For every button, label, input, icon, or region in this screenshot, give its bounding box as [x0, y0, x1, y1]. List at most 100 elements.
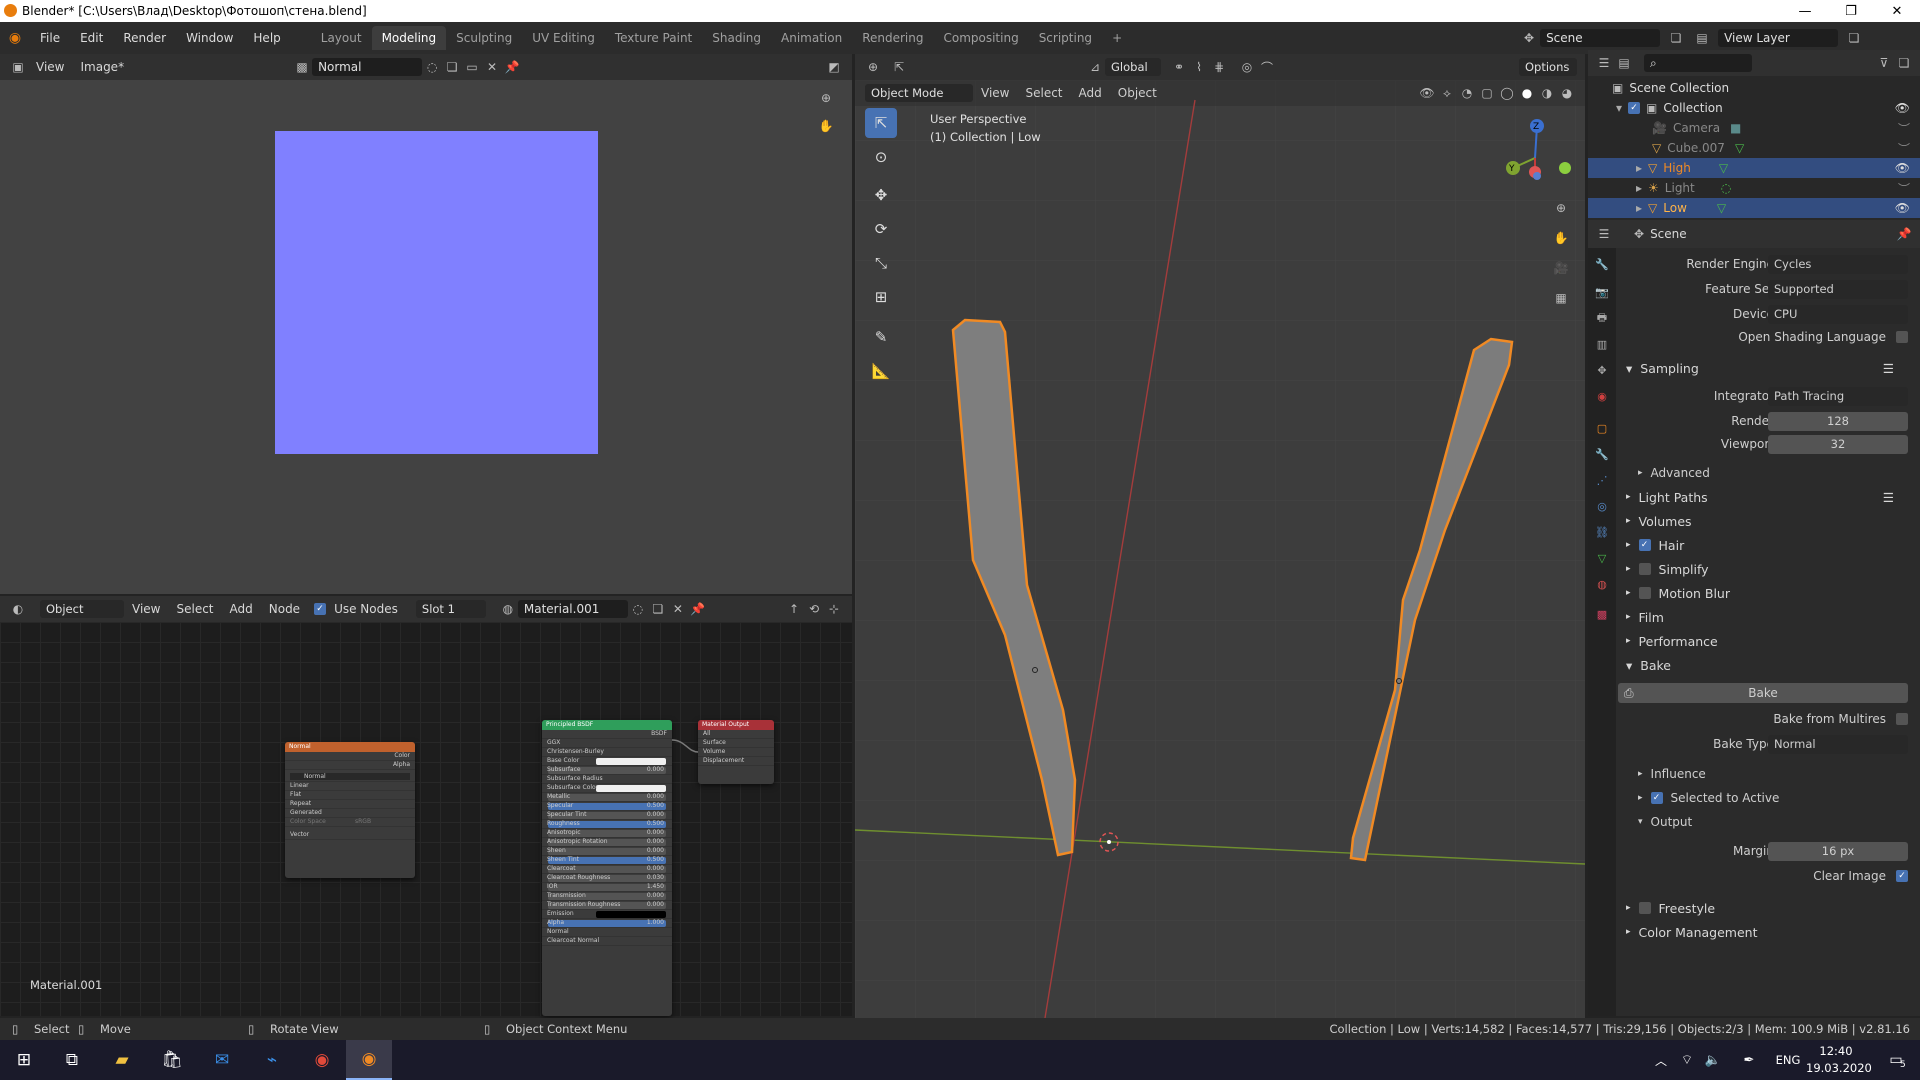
language-indicator[interactable]: ENG — [1768, 1040, 1808, 1080]
pin-icon[interactable]: 📌 — [502, 57, 522, 77]
hair-checkbox[interactable]: ✓ — [1638, 539, 1651, 551]
viewport-editor-type-icon[interactable]: ⊕ — [863, 57, 883, 77]
light-hidden-icon[interactable]: ︶ — [1898, 180, 1910, 197]
outliner-item-low[interactable]: ▸ ▽ Low ▽ 👁 — [1588, 198, 1920, 218]
node-editor-type-icon[interactable]: ◐ — [8, 599, 28, 619]
tab-animation[interactable]: Animation — [771, 26, 852, 50]
output-tab-icon[interactable]: 🖶 — [1592, 308, 1612, 328]
tab-sculpting[interactable]: Sculpting — [446, 26, 522, 50]
falloff-icon[interactable]: ⌒ — [1257, 57, 1277, 77]
bake-panel-header[interactable]: ▾ Bake — [1618, 654, 1920, 676]
object-tab-icon[interactable]: ▢ — [1592, 418, 1612, 438]
outliner-item-camera[interactable]: 🎥 Camera ■ ︶ — [1588, 118, 1920, 138]
file-explorer-icon[interactable]: ▰ — [98, 1040, 146, 1080]
motion-blur-panel[interactable]: ▸ Motion Blur — [1618, 582, 1920, 604]
expand-icon[interactable]: ▾ — [1616, 101, 1622, 115]
modifier-tab-icon[interactable]: 🔧 — [1592, 444, 1612, 464]
open-image-icon[interactable]: ▭ — [462, 57, 482, 77]
camera-view-icon[interactable]: 🎥 — [1551, 258, 1571, 278]
outliner-item-light[interactable]: ▸ ☀ Light ◌ ︶ — [1588, 178, 1920, 198]
cube-hidden-icon[interactable]: ︶ — [1898, 140, 1910, 157]
camera-hidden-icon[interactable]: ︶ — [1898, 120, 1910, 137]
menu-file[interactable]: File — [30, 31, 70, 45]
add-workspace-icon[interactable]: + — [1102, 26, 1132, 50]
viewport-options-button[interactable]: Options — [1519, 58, 1577, 76]
gizmo-neg-y-axis[interactable] — [1559, 162, 1571, 174]
node-menu[interactable]: Node — [261, 602, 308, 616]
simplify-checkbox[interactable] — [1638, 563, 1651, 575]
constraints-tab-icon[interactable]: ⛓ — [1592, 522, 1612, 542]
performance-panel[interactable]: ▸ Performance — [1618, 630, 1920, 652]
scene-icon[interactable]: ✥ — [1524, 31, 1534, 45]
tab-texture-paint[interactable]: Texture Paint — [605, 26, 702, 50]
freestyle-panel[interactable]: ▸ Freestyle — [1618, 897, 1920, 919]
expand-icon[interactable]: ▸ — [1636, 201, 1642, 215]
collection-checkbox[interactable]: ✓ — [1628, 102, 1641, 114]
properties-type-icon[interactable]: ☰ — [1594, 224, 1614, 244]
menu-render[interactable]: Render — [113, 31, 176, 45]
view-layer-selector[interactable]: View Layer — [1718, 29, 1839, 47]
node-add-menu[interactable]: Add — [222, 602, 261, 616]
view-layer-tab-icon[interactable]: ▥ — [1592, 334, 1612, 354]
select-mode-icon[interactable]: ⇱ — [889, 57, 909, 77]
fake-user-icon[interactable]: ◌ — [422, 57, 442, 77]
render-tab-icon[interactable]: 📷 — [1592, 282, 1612, 302]
notification-icon[interactable]: ▭ — [1876, 1040, 1916, 1080]
transform-orientation-icon[interactable]: ⊿ — [1085, 57, 1105, 77]
navigation-gizmo[interactable]: Z Y — [1495, 116, 1575, 196]
close-button[interactable]: ✕ — [1874, 0, 1920, 22]
integrator-dropdown[interactable]: Path Tracing — [1768, 386, 1908, 406]
image-menu[interactable]: Image* — [72, 60, 132, 74]
menu-edit[interactable]: Edit — [70, 31, 113, 45]
bake-type-dropdown[interactable]: Normal — [1768, 734, 1908, 754]
bake-multires-checkbox[interactable] — [1896, 713, 1908, 725]
color-management-panel[interactable]: ▸ Color Management — [1618, 921, 1920, 943]
material-name-field[interactable]: Material.001 — [517, 600, 628, 618]
margin-field[interactable]: 16 px — [1768, 841, 1908, 861]
hair-panel[interactable]: ▸ ✓ Hair — [1618, 534, 1920, 556]
tab-rendering[interactable]: Rendering — [852, 26, 933, 50]
blender-taskbar-icon[interactable]: ◉ — [346, 1040, 392, 1080]
tab-uv-editing[interactable]: UV Editing — [522, 26, 605, 50]
snap-icon[interactable]: ⟲ — [804, 599, 824, 619]
viewport-samples-field[interactable]: 32 — [1768, 434, 1908, 454]
node-pin-icon[interactable]: 📌 — [688, 599, 708, 619]
render-engine-dropdown[interactable]: Cycles — [1768, 254, 1908, 274]
viewport-zoom-icon[interactable]: ⊕ — [1551, 198, 1571, 218]
material-tab-icon[interactable]: ◍ — [1592, 574, 1612, 594]
blender-menu-icon[interactable]: ◉ — [0, 30, 30, 46]
feature-set-dropdown[interactable]: Supported — [1768, 279, 1908, 299]
filter-icon[interactable]: ⊽ — [1874, 53, 1894, 73]
parent-node-tree-icon[interactable]: ↑ — [784, 599, 804, 619]
mail-icon[interactable]: ✉ — [198, 1040, 246, 1080]
proportional-edit-icon[interactable]: ◎ — [1237, 57, 1257, 77]
film-panel[interactable]: ▸ Film — [1618, 606, 1920, 628]
collection-eye-icon[interactable]: 👁 — [1895, 101, 1910, 115]
outliner-item-cube[interactable]: ▽ Cube.007 ▽ ︶ — [1588, 138, 1920, 158]
app-icon[interactable]: ⌁ — [248, 1040, 296, 1080]
outliner-scene-collection[interactable]: ▣ Scene Collection — [1588, 78, 1920, 98]
task-view-icon[interactable]: ⧉ — [48, 1040, 96, 1080]
menu-window[interactable]: Window — [176, 31, 243, 45]
view-layer-icon[interactable]: ▤ — [1692, 28, 1712, 48]
particles-tab-icon[interactable]: ⋰ — [1592, 470, 1612, 490]
material-fake-user-icon[interactable]: ◌ — [628, 599, 648, 619]
display-channels-icon[interactable]: ◩ — [824, 57, 844, 77]
image-view-menu[interactable]: View — [28, 60, 72, 74]
render-samples-field[interactable]: 128 — [1768, 411, 1908, 431]
expand-icon[interactable]: ▸ — [1636, 161, 1642, 175]
image-browse-icon[interactable]: ▩ — [292, 57, 312, 77]
sampling-panel-header[interactable]: ▾ Sampling ☰ — [1618, 357, 1920, 379]
pen-icon[interactable]: ✒ — [1736, 1040, 1762, 1080]
slot-dropdown[interactable]: Slot 1 — [415, 600, 486, 618]
outliner-item-high[interactable]: ▸ ▽ High ▽ 👁 — [1588, 158, 1920, 178]
editor-type-icon[interactable]: ▣ — [8, 57, 28, 77]
new-view-layer-icon[interactable]: ❏ — [1844, 28, 1864, 48]
high-eye-icon[interactable]: 👁 — [1895, 161, 1910, 175]
influence-subpanel[interactable]: ▸ Influence — [1618, 763, 1920, 785]
motion-blur-checkbox[interactable] — [1638, 587, 1651, 599]
network-icon[interactable]: ⌔ — [1674, 1040, 1700, 1080]
device-dropdown[interactable]: CPU — [1768, 304, 1908, 324]
expand-icon[interactable]: ▸ — [1636, 181, 1642, 195]
store-icon[interactable]: 🛍 — [148, 1040, 196, 1080]
